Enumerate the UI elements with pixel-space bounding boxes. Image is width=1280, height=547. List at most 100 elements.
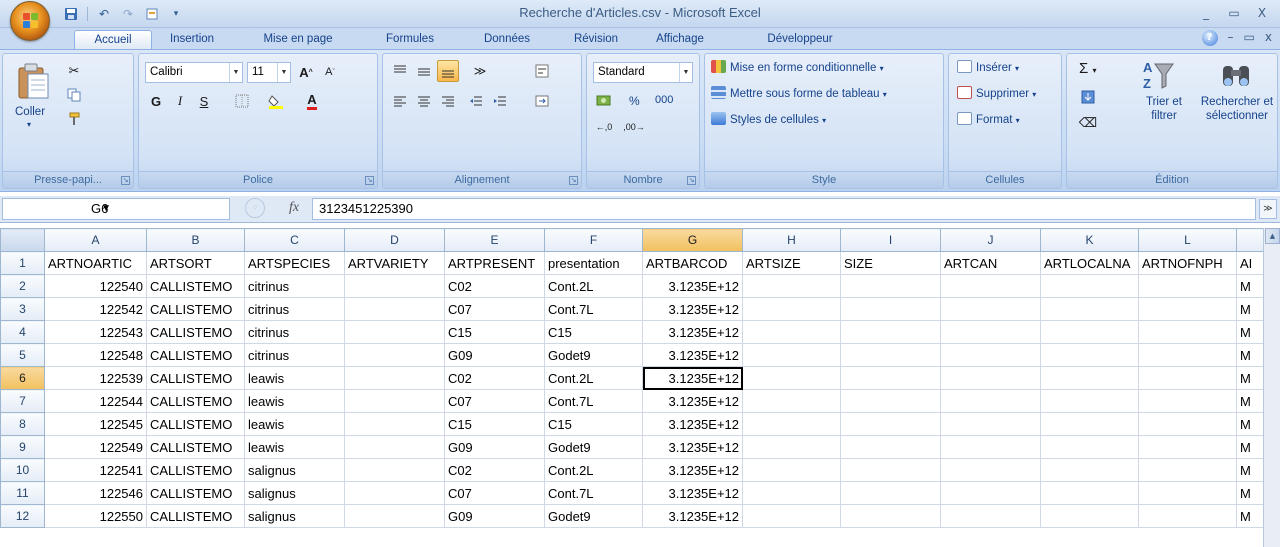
cell[interactable]: C07 (444, 297, 545, 321)
office-button[interactable] (10, 1, 50, 41)
cell[interactable]: 3.1235E+12 (642, 389, 743, 413)
number-format-select[interactable]: Standard ▼ (593, 62, 693, 83)
column-header[interactable] (1236, 228, 1267, 252)
cell[interactable] (344, 297, 445, 321)
cell[interactable]: M (1236, 435, 1267, 459)
cell[interactable] (1138, 366, 1237, 390)
find-select-button[interactable]: Rechercher et sélectionner (1197, 58, 1277, 138)
cell[interactable] (840, 297, 941, 321)
cell[interactable] (1040, 458, 1139, 482)
cell[interactable] (1040, 297, 1139, 321)
cell[interactable]: ARTPRESENT (444, 251, 545, 275)
column-header[interactable]: I (840, 228, 941, 252)
cell[interactable] (940, 343, 1041, 367)
cell[interactable] (940, 412, 1041, 436)
cell[interactable] (1040, 320, 1139, 344)
cell[interactable] (940, 504, 1041, 528)
fill-icon[interactable] (1077, 86, 1099, 108)
cell[interactable] (1040, 343, 1139, 367)
cell[interactable]: 3.1235E+12 (642, 504, 743, 528)
cell[interactable]: C02 (444, 274, 545, 298)
tab-insertion[interactable]: Insertion (160, 30, 224, 49)
column-header[interactable]: H (742, 228, 841, 252)
cell[interactable]: ARTBARCOD (642, 251, 743, 275)
cell[interactable]: 122539 (44, 366, 147, 390)
align-middle-icon[interactable] (413, 60, 435, 82)
cell[interactable] (344, 412, 445, 436)
increase-decimal-icon[interactable]: ←,0 (593, 116, 615, 138)
shrink-font-icon[interactable]: Aˇ (319, 61, 341, 83)
cell[interactable] (344, 458, 445, 482)
cell[interactable]: ARTCAN (940, 251, 1041, 275)
row-header[interactable]: 11 (0, 481, 45, 505)
cell[interactable]: citrinus (244, 320, 345, 344)
borders-icon[interactable] (231, 90, 253, 112)
cell[interactable]: 122542 (44, 297, 147, 321)
font-name-select[interactable]: Calibri ▼ (145, 62, 243, 83)
cell[interactable] (940, 458, 1041, 482)
cell[interactable]: 122544 (44, 389, 147, 413)
expand-formula-bar-icon[interactable]: ≫ (1259, 199, 1277, 219)
insert-cells-button[interactable]: Insérer ▾ (957, 60, 1019, 74)
thousands-button[interactable]: 000 (655, 94, 673, 106)
cell[interactable]: M (1236, 481, 1267, 505)
cell[interactable]: 122540 (44, 274, 147, 298)
cell[interactable]: CALLISTEMO (146, 366, 245, 390)
workbook-restore-icon[interactable]: ▭ (1244, 30, 1255, 46)
cell[interactable]: M (1236, 366, 1267, 390)
tab-mise-en-page[interactable]: Mise en page (252, 30, 344, 49)
cell[interactable]: ARTSORT (146, 251, 245, 275)
row-header[interactable]: 8 (0, 412, 45, 436)
cell[interactable] (1040, 481, 1139, 505)
cell[interactable] (1040, 389, 1139, 413)
scroll-up-icon[interactable]: ▲ (1265, 228, 1280, 244)
font-color-icon[interactable]: A (301, 90, 323, 112)
cell[interactable] (344, 320, 445, 344)
cell[interactable]: C07 (444, 389, 545, 413)
cell[interactable] (742, 435, 841, 459)
cell[interactable] (840, 504, 941, 528)
maximize-button[interactable]: ▭ (1222, 3, 1246, 23)
cell[interactable]: AI (1236, 251, 1267, 275)
wrap-text-icon[interactable] (531, 60, 553, 82)
cell[interactable]: M (1236, 412, 1267, 436)
cell[interactable]: CALLISTEMO (146, 297, 245, 321)
cell[interactable]: ARTNOARTIC (44, 251, 147, 275)
cell[interactable] (1040, 274, 1139, 298)
cell[interactable] (840, 274, 941, 298)
cell[interactable]: 3.1235E+12 (642, 435, 743, 459)
cell[interactable]: G09 (444, 343, 545, 367)
cell[interactable] (940, 389, 1041, 413)
cell[interactable]: salignus (244, 481, 345, 505)
cell[interactable]: 122543 (44, 320, 147, 344)
cell[interactable]: C15 (444, 412, 545, 436)
align-bottom-icon[interactable] (437, 60, 459, 82)
select-all-corner[interactable] (0, 228, 45, 252)
cell[interactable]: 122541 (44, 458, 147, 482)
cell[interactable]: M (1236, 389, 1267, 413)
column-header[interactable]: G (642, 228, 743, 252)
align-center-icon[interactable] (413, 90, 435, 112)
cell[interactable]: 3.1235E+12 (642, 320, 743, 344)
currency-icon[interactable] (593, 90, 615, 112)
cell[interactable]: Cont.7L (544, 481, 643, 505)
cell[interactable]: ARTVARIETY (344, 251, 445, 275)
cell[interactable]: 3.1235E+12 (642, 412, 743, 436)
column-header[interactable]: E (444, 228, 545, 252)
tab-accueil[interactable]: Accueil (74, 30, 152, 49)
tab-developpeur[interactable]: Développeur (756, 30, 844, 49)
cell[interactable]: presentation (544, 251, 643, 275)
italic-button[interactable]: I (169, 90, 191, 112)
cell[interactable] (940, 481, 1041, 505)
cell[interactable]: G09 (444, 435, 545, 459)
worksheet-grid[interactable]: A B C D E F G H I J K L 1 ARTNOARTIC ARTSO… (0, 228, 1280, 547)
clipboard-launcher-icon[interactable]: ↘ (121, 176, 130, 185)
cell[interactable] (1138, 458, 1237, 482)
cell[interactable]: CALLISTEMO (146, 504, 245, 528)
cell[interactable] (1138, 504, 1237, 528)
cell[interactable]: 3.1235E+12 (642, 366, 743, 390)
cell[interactable]: Cont.7L (544, 297, 643, 321)
cell[interactable]: G09 (444, 504, 545, 528)
cell[interactable] (1040, 435, 1139, 459)
cell[interactable]: M (1236, 297, 1267, 321)
